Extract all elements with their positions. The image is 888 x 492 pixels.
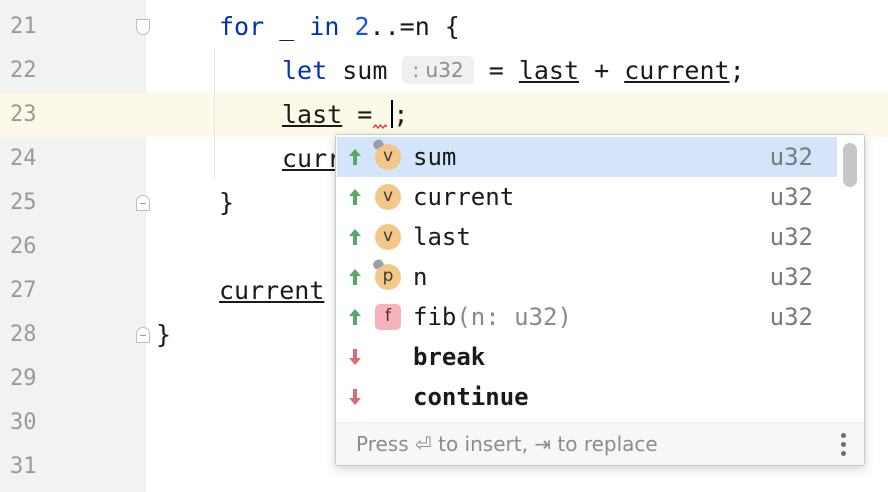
completion-item-break[interactable]: break	[337, 337, 837, 377]
completion-item-label: break	[413, 343, 486, 371]
completion-item-continue[interactable]: continue	[337, 377, 837, 417]
code-line-22[interactable]: let sum : u32 = last + current;	[282, 49, 745, 93]
completion-item-label: sum	[413, 143, 457, 171]
fold-marker-icon[interactable]	[136, 19, 150, 35]
line-number: 22	[10, 58, 37, 83]
arrow-up-icon	[349, 309, 361, 325]
completion-item-type: u32	[769, 143, 813, 171]
code-line-28[interactable]: }	[156, 313, 171, 357]
arrow-down-icon	[349, 349, 361, 365]
type-inlay-hint: : u32	[402, 56, 474, 84]
completion-footer: Press ⏎ to insert, ⇥ to replace	[336, 422, 864, 465]
line-number: 24	[10, 146, 37, 171]
line-number: 27	[10, 278, 37, 303]
completion-item-label: last	[413, 223, 471, 251]
variable-icon: v	[375, 224, 401, 250]
code-line-25[interactable]: }	[219, 181, 234, 225]
completion-item-last[interactable]: v last u32	[337, 217, 837, 257]
code-line-21[interactable]: for _ in 2..=n {	[219, 5, 460, 49]
line-number: 21	[10, 14, 37, 39]
variable-icon: v	[371, 138, 401, 170]
completion-item-label: fib(n: u32)	[413, 303, 572, 331]
popup-scrollbar[interactable]	[843, 143, 857, 187]
completion-item-label: current	[413, 183, 515, 211]
line-number: 29	[10, 366, 37, 391]
completion-popup[interactable]: v sum u32 v current u32 v last u32 p n u…	[335, 134, 865, 466]
fold-marker-icon[interactable]	[136, 195, 150, 211]
fold-marker-icon[interactable]	[136, 327, 150, 343]
completion-item-type: u32	[769, 183, 813, 211]
line-number: 25	[10, 190, 37, 215]
completion-item-type: u32	[769, 223, 813, 251]
variable-icon: v	[375, 184, 401, 210]
parameter-icon: p	[371, 258, 401, 290]
indent-guide	[214, 49, 215, 179]
line-number: 26	[10, 234, 37, 259]
arrow-up-icon	[349, 149, 361, 165]
line-number: 28	[10, 322, 37, 347]
line-number: 30	[10, 410, 37, 435]
code-line-24[interactable]: curr	[282, 137, 342, 181]
completion-item-label: continue	[413, 383, 529, 411]
arrow-down-icon	[349, 389, 361, 405]
code-line-27[interactable]: current	[219, 269, 324, 313]
completion-item-n[interactable]: p n u32	[337, 257, 837, 297]
arrow-up-icon	[349, 269, 361, 285]
arrow-up-icon	[349, 189, 361, 205]
completion-item-fib[interactable]: f fib(n: u32) u32	[337, 297, 837, 337]
more-options-icon[interactable]	[841, 433, 847, 457]
completion-hint-text: Press ⏎ to insert, ⇥ to replace	[356, 432, 658, 456]
line-number: 31	[10, 454, 37, 479]
completion-item-type: u32	[769, 303, 813, 331]
completion-item-type: u32	[769, 263, 813, 291]
arrow-up-icon	[349, 229, 361, 245]
function-icon: f	[375, 304, 401, 330]
code-line-23[interactable]: last = ;	[282, 93, 408, 137]
completion-item-label: n	[413, 263, 428, 291]
completion-item-sum[interactable]: v sum u32	[337, 137, 837, 177]
completion-item-current[interactable]: v current u32	[337, 177, 837, 217]
line-number: 23	[10, 102, 37, 127]
current-line-highlight	[0, 93, 888, 137]
error-squiggle	[373, 124, 387, 130]
